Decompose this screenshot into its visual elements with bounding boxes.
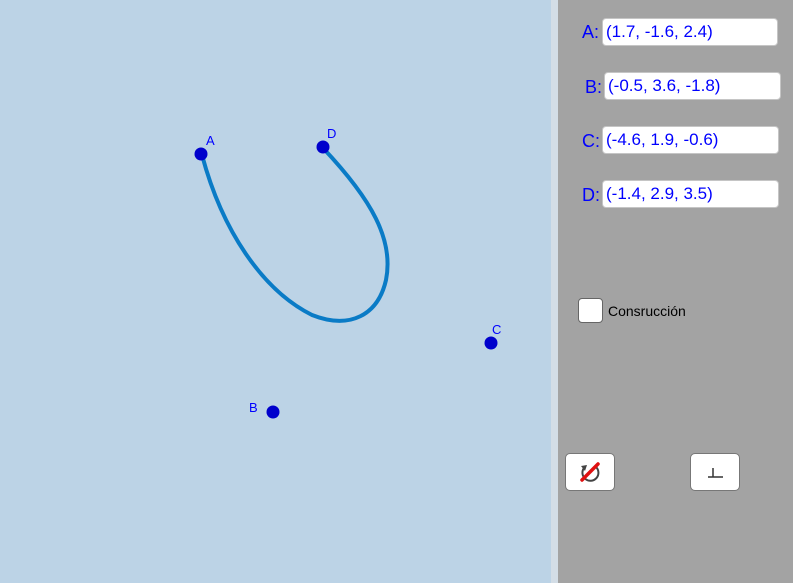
- panel-divider[interactable]: [551, 0, 558, 583]
- point-b-input[interactable]: [604, 72, 781, 100]
- point-d[interactable]: [316, 140, 330, 154]
- point-d-label: D: [327, 126, 337, 141]
- point-d-input[interactable]: [602, 180, 779, 208]
- input-a-label: A:: [582, 22, 600, 42]
- construction-checkbox[interactable]: [578, 298, 603, 323]
- point-b-label: B: [249, 400, 258, 415]
- graphics-view[interactable]: A D C B: [0, 0, 551, 583]
- reset-button[interactable]: [565, 453, 615, 491]
- reset-icon: [580, 462, 600, 482]
- point-c[interactable]: [484, 336, 498, 350]
- curve[interactable]: [200, 146, 390, 323]
- input-c-label: C:: [582, 131, 600, 151]
- axes-button[interactable]: [690, 453, 740, 491]
- point-a-label: A: [206, 133, 215, 148]
- point-a-input[interactable]: [602, 18, 778, 46]
- point-a[interactable]: [194, 147, 208, 161]
- point-c-input[interactable]: [602, 126, 779, 154]
- point-c-label: C: [492, 322, 502, 337]
- graphics-svg: [194, 140, 498, 419]
- input-d-label: D:: [582, 185, 600, 205]
- construction-checkbox-label: Consrucción: [608, 303, 686, 319]
- axes-icon: [708, 468, 723, 478]
- point-b[interactable]: [266, 405, 280, 419]
- input-b-label: B:: [585, 77, 603, 97]
